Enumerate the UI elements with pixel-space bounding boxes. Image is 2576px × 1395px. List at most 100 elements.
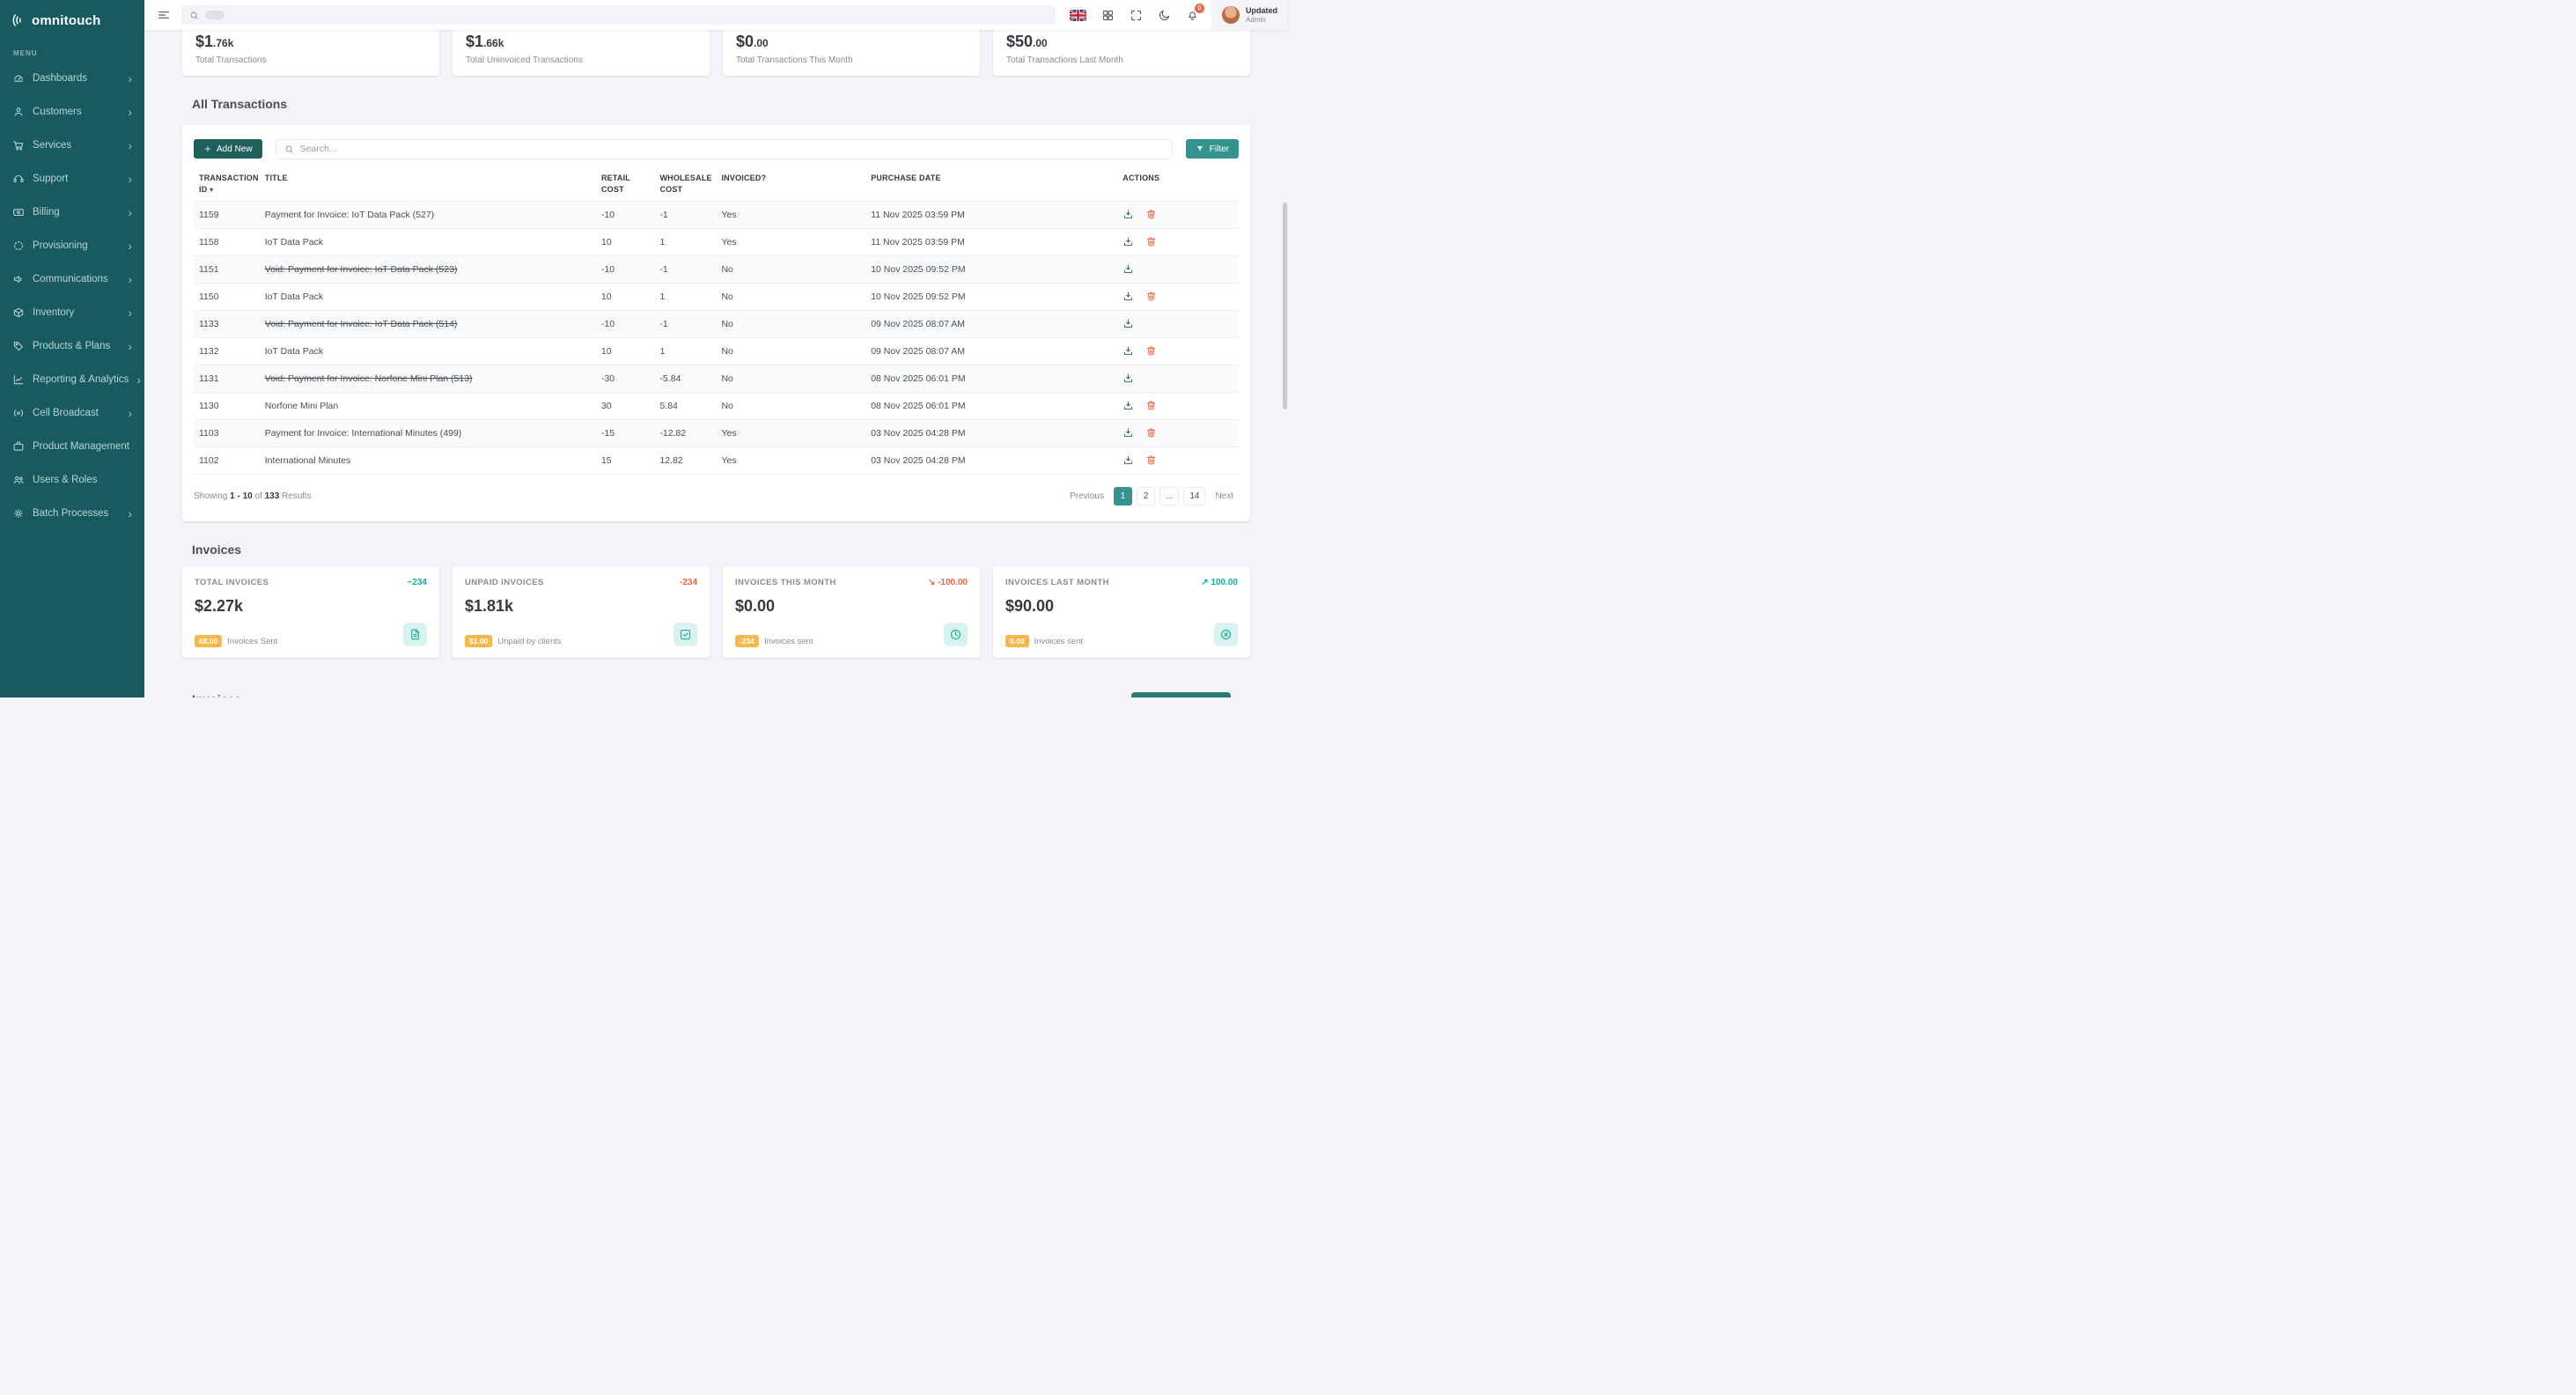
sidebar-item-label: Users & Roles	[33, 475, 132, 485]
trash-icon[interactable]	[1145, 454, 1157, 466]
table-row: 1130Norfone Mini Plan305.84No08 Nov 2025…	[194, 392, 1239, 419]
cell-wholesale-cost: -1	[654, 310, 716, 337]
cell-actions	[1117, 255, 1239, 283]
cell-broadcast-icon	[12, 407, 25, 419]
download-icon[interactable]	[1122, 400, 1134, 411]
chevron-right-icon: ›	[128, 306, 132, 319]
user-menu[interactable]: Updated Admin	[1211, 0, 1288, 30]
cell-purchase-date: 10 Nov 2025 09:52 PM	[865, 255, 1117, 283]
col-retail-cost[interactable]: RETAIL COST	[596, 169, 654, 202]
sidebar-item-cell-broadcast[interactable]: Cell Broadcast›	[0, 396, 144, 430]
cell-retail-cost: -30	[596, 365, 654, 392]
cell-retail-cost: 15	[596, 447, 654, 474]
col-transaction-id[interactable]: TRANSACTION ID ▾	[194, 169, 260, 202]
sidebar-item-dashboards[interactable]: Dashboards›	[0, 62, 144, 95]
fullscreen-icon[interactable]	[1130, 9, 1143, 22]
brand-logo[interactable]: omnitouch	[0, 0, 144, 41]
cell-actions	[1117, 201, 1239, 228]
sidebar-item-customers[interactable]: Customers›	[0, 95, 144, 129]
download-icon[interactable]	[1122, 427, 1134, 439]
reporting-analytics-icon	[12, 373, 25, 386]
sidebar-item-reporting-analytics[interactable]: Reporting & Analytics›	[0, 363, 144, 396]
dashboard-icon	[12, 72, 25, 85]
page-button-14[interactable]: 14	[1183, 487, 1205, 506]
transactions-toolbar: Add New Filter	[194, 139, 1239, 159]
invoice-card-trend: ↘ -100.00	[928, 578, 968, 587]
col-actions: ACTIONS	[1117, 169, 1239, 202]
sidebar-item-users-roles[interactable]: Users & Roles	[0, 463, 144, 497]
cell-transaction-id: 1130	[194, 392, 260, 419]
download-icon[interactable]	[1122, 209, 1134, 220]
dark-mode-moon-icon[interactable]	[1158, 9, 1171, 22]
invoice-card-badge: $1.00	[465, 635, 492, 647]
download-icon[interactable]	[1122, 263, 1134, 275]
col-purchase-date[interactable]: PURCHASE DATE	[865, 169, 1117, 202]
trash-icon[interactable]	[1145, 291, 1157, 302]
bottom-action-button[interactable]	[1131, 692, 1231, 698]
sidebar-item-label: Products & Plans	[33, 341, 120, 351]
invoice-card-title: TOTAL INVOICES	[195, 578, 269, 587]
download-icon[interactable]	[1122, 454, 1134, 466]
download-icon[interactable]	[1122, 345, 1134, 357]
download-icon[interactable]	[1122, 236, 1134, 247]
download-icon[interactable]	[1122, 291, 1134, 302]
download-icon[interactable]	[1122, 318, 1134, 329]
pagination-next[interactable]: Next	[1210, 487, 1239, 506]
table-row: 1159Payment for Invoice: IoT Data Pack (…	[194, 201, 1239, 228]
add-new-button[interactable]: Add New	[194, 139, 262, 159]
cell-actions	[1117, 228, 1239, 255]
col-invoiced[interactable]: INVOICED?	[716, 169, 865, 202]
transactions-table: TRANSACTION ID ▾ TITLE RETAIL COST WHOLE…	[194, 169, 1239, 475]
cell-title: Void: Payment for Invoice: Norfone Mini …	[260, 365, 596, 392]
pagination-previous[interactable]: Previous	[1064, 487, 1109, 506]
chevron-right-icon: ›	[128, 206, 132, 218]
hamburger-menu-icon[interactable]	[157, 8, 171, 22]
trash-icon[interactable]	[1145, 209, 1157, 220]
cell-wholesale-cost: 1	[654, 283, 716, 310]
invoices-heading: Invoices	[192, 542, 1250, 557]
cell-invoiced: Yes	[716, 447, 865, 474]
cell-wholesale-cost: 1	[654, 228, 716, 255]
pagination-pages: 12...14	[1114, 487, 1205, 506]
filter-button[interactable]: Filter	[1186, 139, 1239, 159]
cell-actions	[1117, 310, 1239, 337]
sidebar-item-product-management[interactable]: Product Management	[0, 430, 144, 463]
sidebar-item-billing[interactable]: Billing›	[0, 196, 144, 229]
transactions-panel: Add New Filter TRANSACTIO	[182, 125, 1250, 521]
notifications-bell-icon[interactable]: 0	[1186, 9, 1199, 22]
cell-actions	[1117, 419, 1239, 447]
page-scrollbar[interactable]	[1283, 203, 1287, 410]
sidebar-item-support[interactable]: Support›	[0, 162, 144, 196]
col-title[interactable]: TITLE	[260, 169, 596, 202]
logo-waves-icon	[11, 11, 29, 29]
sidebar: omnitouch MENU Dashboards›Customers›Serv…	[0, 0, 144, 698]
table-search-input[interactable]	[300, 144, 1164, 154]
topbar: 0 Updated Admin	[144, 0, 1288, 30]
trash-icon[interactable]	[1145, 236, 1157, 247]
global-search-input[interactable]	[181, 5, 1056, 25]
page-ellipsis[interactable]: ...	[1159, 487, 1179, 506]
sidebar-item-services[interactable]: Services›	[0, 129, 144, 162]
apps-grid-icon[interactable]	[1101, 9, 1115, 22]
sidebar-item-inventory[interactable]: Inventory›	[0, 296, 144, 329]
trash-icon[interactable]	[1145, 345, 1157, 357]
cell-retail-cost: -10	[596, 255, 654, 283]
table-row: 1132IoT Data Pack101No09 Nov 2025 08:07 …	[194, 337, 1239, 365]
trash-icon[interactable]	[1145, 400, 1157, 411]
chevron-right-icon: ›	[128, 72, 132, 85]
download-icon[interactable]	[1122, 373, 1134, 384]
stat-value: $0.00	[736, 33, 967, 52]
services-icon	[12, 139, 25, 151]
sidebar-item-communications[interactable]: Communications›	[0, 262, 144, 296]
page-button-2[interactable]: 2	[1137, 487, 1155, 506]
col-wholesale-cost[interactable]: WHOLESALE COST	[654, 169, 716, 202]
trash-icon[interactable]	[1145, 427, 1157, 439]
cell-wholesale-cost: -1	[654, 201, 716, 228]
provisioning-icon	[12, 240, 25, 252]
cell-actions	[1117, 337, 1239, 365]
sidebar-item-provisioning[interactable]: Provisioning›	[0, 229, 144, 262]
sidebar-item-products-plans[interactable]: Products & Plans›	[0, 329, 144, 363]
page-button-1[interactable]: 1	[1114, 487, 1132, 506]
sidebar-item-batch-processes[interactable]: Batch Processes›	[0, 497, 144, 530]
language-flag-uk-icon[interactable]	[1070, 10, 1086, 21]
